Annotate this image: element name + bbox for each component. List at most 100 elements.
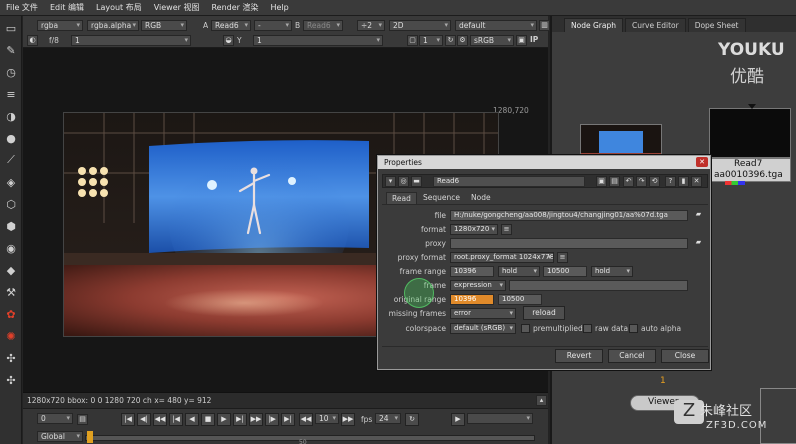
cancel-button[interactable]: Cancel [608,349,656,363]
other-icon[interactable]: ⚒ [3,284,19,300]
step-back-button[interactable]: ◀◀ [153,413,167,426]
lock-icon[interactable]: ▢ [407,35,418,46]
original-range-end-field[interactable]: 10500 [498,294,542,305]
flipbook-button[interactable]: ▶ [451,413,465,426]
gamma-toggle[interactable]: ◒ [223,35,234,46]
3d-icon[interactable]: ⬢ [3,218,19,234]
view-mode-dropdown[interactable]: 2D [389,20,451,31]
original-range-start-field[interactable]: 10396 [450,294,494,305]
channel-icon[interactable]: ≡ [3,86,19,102]
revert-button[interactable]: Revert [555,349,603,363]
ip-button[interactable]: IP [530,35,538,44]
reload-button[interactable]: reload [523,306,565,320]
time-icon[interactable]: ◷ [3,64,19,80]
frame-range-end-field[interactable]: 10500 [543,266,587,277]
next-frame-button[interactable]: ▶| [233,413,247,426]
refresh-icon[interactable]: ↻ [445,35,456,46]
viewer-lut-dropdown[interactable]: default [455,20,537,31]
skip-back-button[interactable]: ◀◀ [299,413,313,426]
last-frame-button[interactable]: ▶| [281,413,295,426]
help-icon[interactable]: ? [665,176,676,187]
missing-frames-dropdown[interactable]: error [450,308,516,319]
keyer-icon[interactable]: ⟋ [3,152,19,168]
lock-range-icon[interactable]: ▤ [77,414,88,425]
tab-node-graph[interactable]: Node Graph [564,18,623,32]
frame-expression-field[interactable] [509,280,688,291]
frame-mode-dropdown[interactable]: expression [450,280,506,291]
tab-dope-sheet[interactable]: Dope Sheet [687,18,746,32]
input-b-dropdown[interactable]: Read6 [303,20,343,31]
menu-file[interactable]: File 文件 [6,2,38,13]
before-dropdown[interactable]: hold [498,266,540,277]
input-a-dropdown[interactable]: Read6 [211,20,251,31]
menu-render[interactable]: Render 渲染 [211,2,258,13]
menu-edit[interactable]: Edit 编辑 [50,2,84,13]
play-button[interactable]: ▶ [217,413,231,426]
fps-field[interactable]: 24 [375,413,401,424]
current-frame-field[interactable]: 0 [37,413,73,424]
read7-node[interactable] [709,108,791,158]
scroll-up-icon[interactable]: ▴ [536,395,547,406]
menu-viewer[interactable]: Viewer 视图 [154,2,200,13]
colorspace-dropdown[interactable]: sRGB [470,35,514,46]
exposure-toggle[interactable]: ◐ [27,35,38,46]
undo-icon[interactable]: ↶ [623,176,634,187]
furnace-icon[interactable]: ✿ [3,306,19,322]
gamma-field[interactable]: 1 [253,35,383,46]
composite-dropdown[interactable]: - [254,20,292,31]
ruler-icon[interactable]: ▥ [539,20,550,31]
float-icon[interactable]: ▮ [678,176,689,187]
loop-button[interactable]: ↻ [405,413,419,426]
increment-field[interactable]: 10 [315,413,339,424]
colorspace-dropdown[interactable]: default (sRGB) [450,323,516,334]
premultiplied-checkbox[interactable] [521,324,530,333]
tab-sequence[interactable]: Sequence [418,192,465,204]
tab-node[interactable]: Node [466,192,496,204]
first-frame-button[interactable]: |◀ [121,413,135,426]
roi-icon[interactable]: ▣ [516,35,527,46]
alpha-channel-dropdown[interactable]: rgba.alpha [87,20,139,31]
tab-curve-editor[interactable]: Curve Editor [624,18,686,32]
raw-data-checkbox[interactable] [583,324,592,333]
redo-icon[interactable]: ↷ [636,176,647,187]
channels-dropdown[interactable]: rgba [37,20,83,31]
views-icon[interactable]: ◉ [3,240,19,256]
menu-help[interactable]: Help [271,3,289,12]
frame-range-start-field[interactable]: 10396 [450,266,494,277]
node-name-field[interactable]: Read6 [433,176,585,187]
node-name-color-icon[interactable]: ▬ [411,176,422,187]
frame-range-dropdown[interactable]: Global [37,431,83,442]
format-dropdown[interactable]: 1280x720 [450,224,498,235]
proxy-field[interactable] [450,238,688,249]
timeline-extra-field[interactable] [467,413,533,424]
prev-keyframe-button[interactable]: ◀| [137,413,151,426]
display-dropdown[interactable]: RGB [141,20,187,31]
exposure-field[interactable]: 1 [71,35,191,46]
filter-icon[interactable]: ● [3,130,19,146]
proxy-format-dropdown[interactable]: root.proxy_format 1024x778 [450,252,554,263]
proxy-folder-icon[interactable]: ▰ [693,238,704,249]
proxy-format-edit-button[interactable]: ≡ [557,252,568,263]
auto-alpha-checkbox[interactable] [629,324,638,333]
draw-icon[interactable]: ✎ [3,42,19,58]
after-dropdown[interactable]: hold [591,266,633,277]
backdrop-node[interactable] [760,388,796,444]
particles-icon[interactable]: ✺ [3,328,19,344]
properties-titlebar[interactable]: Properties ✕ [378,156,710,169]
gear-icon[interactable]: ⚙ [457,35,468,46]
tab-read[interactable]: Read [386,192,417,204]
folder-icon[interactable]: ▰ [693,210,704,221]
gizmo-icon[interactable]: ✣ [3,372,19,388]
next-keyframe-button[interactable]: |▶ [265,413,279,426]
metadata-icon[interactable]: ◆ [3,262,19,278]
skip-forward-button[interactable]: ▶▶ [341,413,355,426]
paste-icon[interactable]: ▤ [609,176,620,187]
node-color-icon[interactable]: ◎ [398,176,409,187]
prev-frame-button[interactable]: |◀ [169,413,183,426]
play-back-button[interactable]: ◀ [185,413,199,426]
playhead[interactable] [87,431,93,443]
color-icon[interactable]: ◑ [3,108,19,124]
merge-icon[interactable]: ◈ [3,174,19,190]
close-panel-icon[interactable]: ✕ [691,176,702,187]
downscale-dropdown[interactable]: ÷2 [357,20,385,31]
